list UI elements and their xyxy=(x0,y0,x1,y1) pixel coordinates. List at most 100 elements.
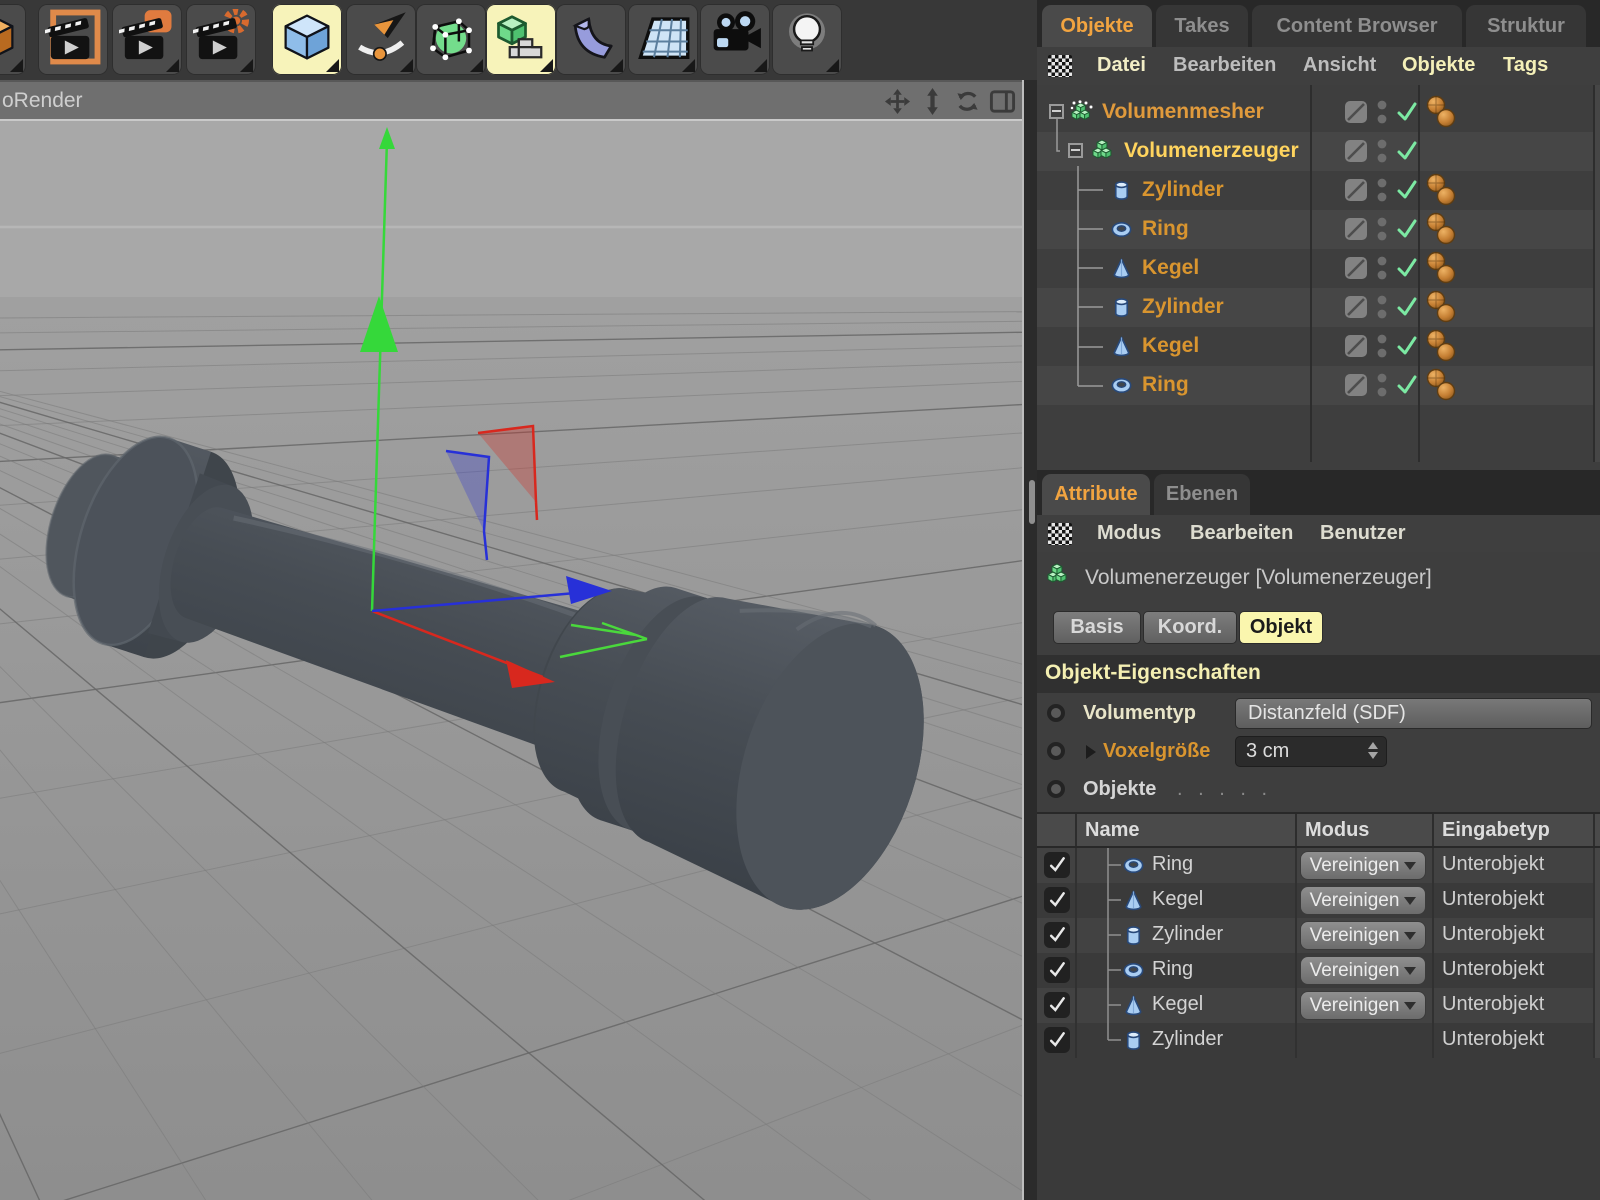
visibility-dots-icon[interactable] xyxy=(1376,293,1388,321)
layer-slash-icon[interactable] xyxy=(1344,373,1368,397)
volumentyp-dropdown[interactable]: Distanzfeld (SDF) xyxy=(1235,698,1592,729)
enabled-check-icon[interactable] xyxy=(1395,373,1419,397)
col-header-modus[interactable]: Modus xyxy=(1305,819,1369,842)
row-checkbox[interactable] xyxy=(1044,957,1070,983)
tab-takes[interactable]: Takes xyxy=(1156,5,1248,47)
tab-content-browser[interactable]: Content Browser xyxy=(1252,5,1462,47)
visibility-dots-icon[interactable] xyxy=(1376,332,1388,360)
panel-separator[interactable] xyxy=(1022,80,1037,1200)
layer-slash-icon[interactable] xyxy=(1344,100,1368,124)
modus-dropdown[interactable]: Vereinigen xyxy=(1300,956,1426,985)
tree-label[interactable]: Ring xyxy=(1142,217,1189,241)
menu-modus[interactable]: Modus xyxy=(1097,522,1161,545)
layer-slash-icon[interactable] xyxy=(1344,139,1368,163)
menu-tags[interactable]: Tags xyxy=(1503,54,1548,77)
row-checkbox[interactable] xyxy=(1044,1027,1070,1053)
pen-spline-button[interactable] xyxy=(346,4,416,75)
tree-label[interactable]: Ring xyxy=(1142,373,1189,397)
enabled-check-icon[interactable] xyxy=(1395,178,1419,202)
tree-row-ring[interactable]: Ring xyxy=(1037,210,1595,249)
tree-row-volumenerzeuger[interactable]: Volumenerzeuger xyxy=(1037,132,1595,171)
param-dot-icon[interactable] xyxy=(1047,704,1065,722)
orange-cube-tool-button[interactable] xyxy=(0,4,26,75)
tree-label[interactable]: Volumenerzeuger xyxy=(1124,139,1299,163)
menu-objekte[interactable]: Objekte xyxy=(1402,54,1475,77)
tree-row-kegel[interactable]: Kegel xyxy=(1037,327,1595,366)
row-checkbox[interactable] xyxy=(1044,852,1070,878)
phong-tag-icon[interactable] xyxy=(1425,95,1457,131)
objects-table-row-zylinder[interactable]: Zylinder Vereinigen Unterobjekt xyxy=(1037,918,1595,953)
tab-attribute[interactable]: Attribute xyxy=(1042,474,1150,515)
modus-dropdown[interactable]: Vereinigen xyxy=(1300,921,1426,950)
tree-label[interactable]: Zylinder xyxy=(1142,295,1224,319)
layer-slash-icon[interactable] xyxy=(1344,256,1368,280)
panes-icon[interactable] xyxy=(988,87,1016,115)
phong-tag-icon[interactable] xyxy=(1425,290,1457,326)
row-checkbox[interactable] xyxy=(1044,887,1070,913)
tree-row-zylinder[interactable]: Zylinder xyxy=(1037,171,1595,210)
enabled-check-icon[interactable] xyxy=(1395,334,1419,358)
menu-bearbeiten[interactable]: Bearbeiten xyxy=(1173,54,1276,77)
render-to-picture-viewer-button[interactable] xyxy=(112,4,182,75)
modus-dropdown[interactable]: Vereinigen xyxy=(1300,851,1426,880)
pan-icon[interactable] xyxy=(883,87,911,115)
enabled-check-icon[interactable] xyxy=(1395,295,1419,319)
tab-ebenen[interactable]: Ebenen xyxy=(1154,474,1250,515)
tree-label[interactable]: Kegel xyxy=(1142,334,1199,358)
menu-benutzer[interactable]: Benutzer xyxy=(1320,522,1406,545)
phong-tag-icon[interactable] xyxy=(1425,368,1457,404)
phong-tag-icon[interactable] xyxy=(1425,329,1457,365)
enabled-check-icon[interactable] xyxy=(1395,256,1419,280)
objects-table-row-zylinder[interactable]: Zylinder Unterobjekt xyxy=(1037,1023,1595,1058)
floor-button[interactable] xyxy=(628,4,698,75)
tree-row-volumenmesher[interactable]: Volumenmesher xyxy=(1037,93,1595,132)
modus-dropdown[interactable]: Vereinigen xyxy=(1300,886,1426,915)
render-view-button[interactable] xyxy=(38,4,108,75)
layer-slash-icon[interactable] xyxy=(1344,295,1368,319)
volume-mesher-tool-button[interactable] xyxy=(486,4,556,75)
menu-datei[interactable]: Datei xyxy=(1097,54,1146,77)
menu-bearbeiten[interactable]: Bearbeiten xyxy=(1190,522,1293,545)
layer-slash-icon[interactable] xyxy=(1344,217,1368,241)
attr-tab-basis[interactable]: Basis xyxy=(1053,611,1141,644)
render-settings-button[interactable] xyxy=(186,4,256,75)
modus-dropdown[interactable]: Vereinigen xyxy=(1300,991,1426,1020)
bend-deformer-button[interactable] xyxy=(556,4,626,75)
rotate-icon[interactable] xyxy=(953,87,981,115)
add-cube-button[interactable] xyxy=(272,4,342,75)
row-checkbox[interactable] xyxy=(1044,922,1070,948)
stepper-icon[interactable] xyxy=(1368,742,1378,759)
visibility-dots-icon[interactable] xyxy=(1376,137,1388,165)
enabled-check-icon[interactable] xyxy=(1395,139,1419,163)
tree-label[interactable]: Volumenmesher xyxy=(1102,100,1264,124)
tree-label[interactable]: Zylinder xyxy=(1142,178,1224,202)
disclosure-triangle-icon[interactable] xyxy=(1086,745,1096,759)
menu-ansicht[interactable]: Ansicht xyxy=(1303,54,1376,77)
drag-grip-icon[interactable] xyxy=(1048,523,1072,545)
tree-row-kegel[interactable]: Kegel xyxy=(1037,249,1595,288)
voxel-input[interactable]: 3 cm xyxy=(1235,736,1387,767)
tab-struktur[interactable]: Struktur xyxy=(1466,5,1586,47)
visibility-dots-icon[interactable] xyxy=(1376,98,1388,126)
drag-grip-icon[interactable] xyxy=(1048,55,1072,77)
tree-row-zylinder[interactable]: Zylinder xyxy=(1037,288,1595,327)
tree-row-ring[interactable]: Ring xyxy=(1037,366,1595,405)
col-header-name[interactable]: Name xyxy=(1085,819,1139,842)
enabled-check-icon[interactable] xyxy=(1395,100,1419,124)
tab-objekte[interactable]: Objekte xyxy=(1042,5,1152,47)
section-header[interactable]: Objekt-Eigenschaften xyxy=(1037,655,1600,693)
attr-tab-koord[interactable]: Koord. xyxy=(1143,611,1237,644)
attr-tab-objekt[interactable]: Objekt xyxy=(1239,611,1323,644)
viewport-3d[interactable] xyxy=(0,121,1022,1200)
objects-table-row-kegel[interactable]: Kegel Vereinigen Unterobjekt xyxy=(1037,988,1595,1023)
subdivision-surface-button[interactable] xyxy=(416,4,486,75)
visibility-dots-icon[interactable] xyxy=(1376,254,1388,282)
objects-table-row-ring[interactable]: Ring Vereinigen Unterobjekt xyxy=(1037,953,1595,988)
param-dot-icon[interactable] xyxy=(1047,780,1065,798)
phong-tag-icon[interactable] xyxy=(1425,251,1457,287)
scrollbar-thumb[interactable] xyxy=(1029,480,1035,524)
layer-slash-icon[interactable] xyxy=(1344,334,1368,358)
objects-table-row-kegel[interactable]: Kegel Vereinigen Unterobjekt xyxy=(1037,883,1595,918)
enabled-check-icon[interactable] xyxy=(1395,217,1419,241)
layer-slash-icon[interactable] xyxy=(1344,178,1368,202)
